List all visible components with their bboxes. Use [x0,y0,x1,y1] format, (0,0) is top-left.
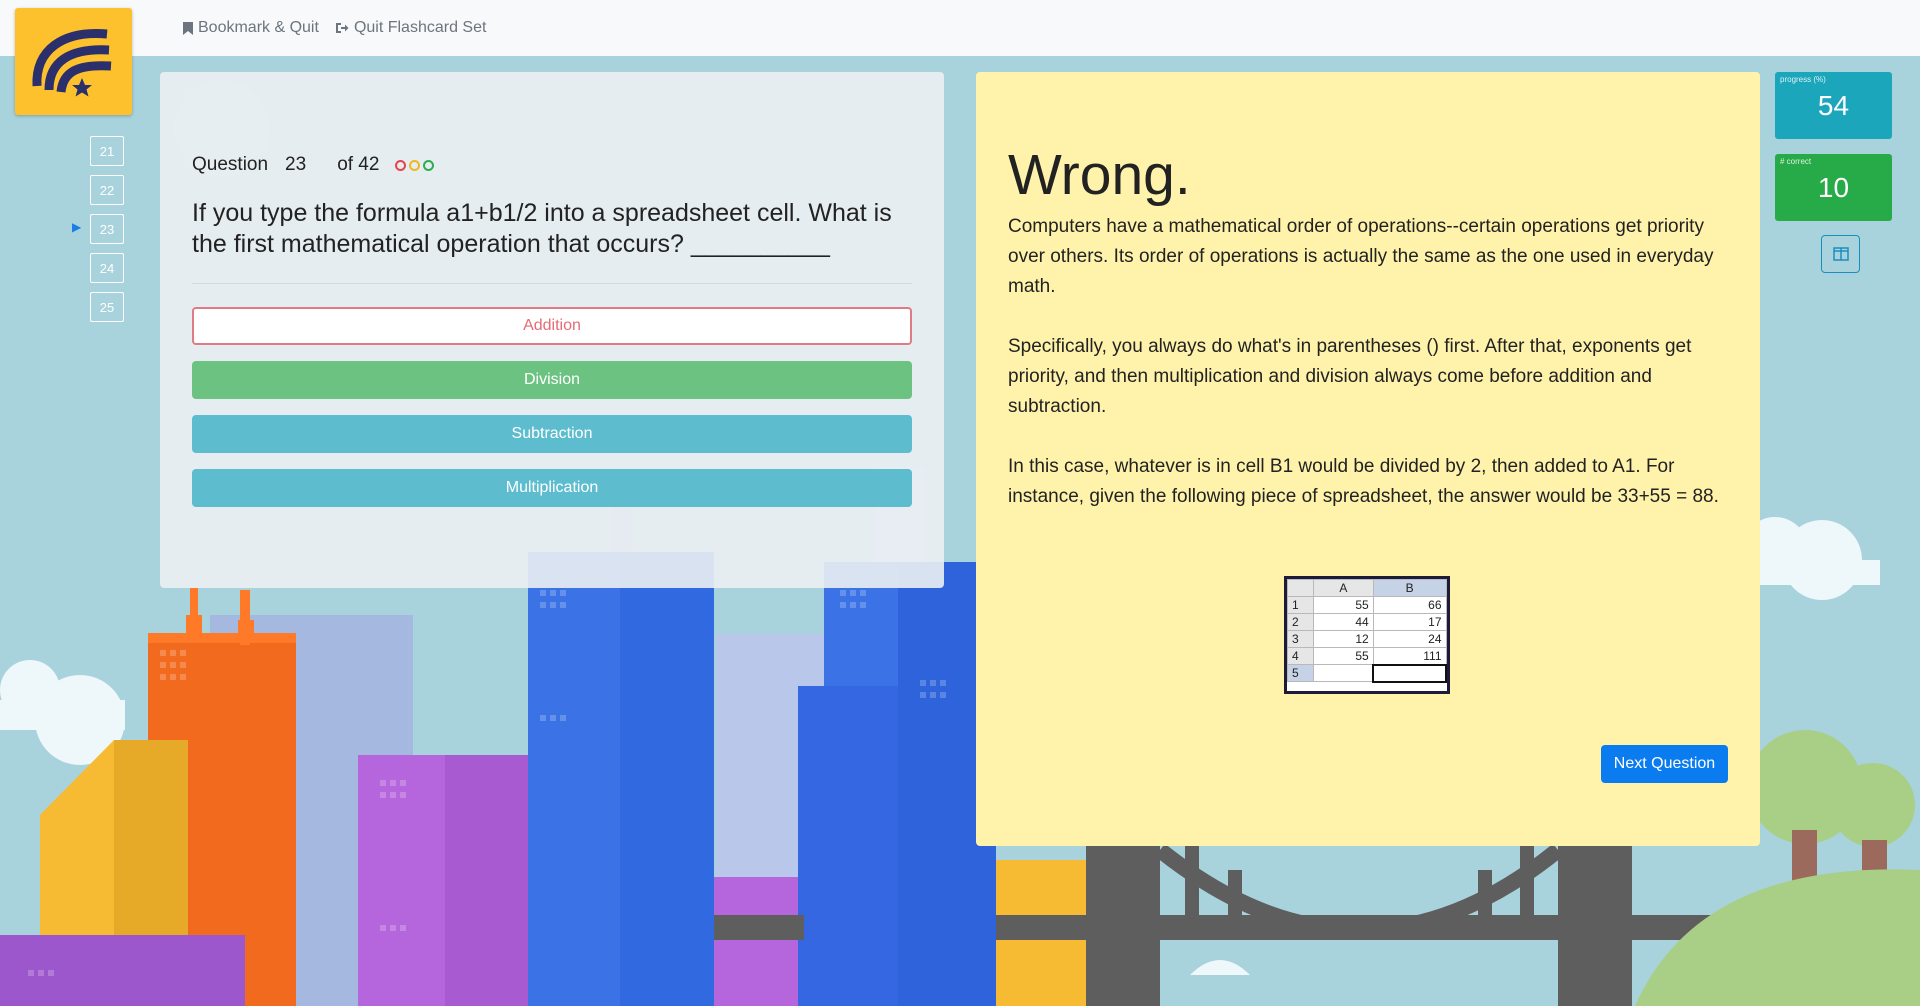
cell-b4: 111 [1372,647,1447,665]
progress-stat: progress (%) 54 [1775,72,1892,139]
row-header: 4 [1287,647,1314,665]
cell-b1: 66 [1372,596,1447,614]
logo-mark-icon [32,29,112,97]
question-link-22[interactable]: 22 [90,175,124,205]
feedback-paragraph: Computers have a mathematical order of o… [1008,216,1714,297]
columns-icon [1832,247,1849,261]
feedback-panel: Wrong. Computers have a mathematical ord… [976,72,1760,846]
correct-stat: # correct 10 [1775,154,1892,221]
quit-flashcard-label: Quit Flashcard Set [353,19,487,36]
feedback-title: Wrong. [1008,143,1191,207]
question-label: Question [192,154,269,175]
question-link-24[interactable]: 24 [90,253,124,283]
green-dot-icon [423,159,435,171]
brand-logo[interactable] [15,8,132,115]
bookmark-quit-link[interactable]: Bookmark & Quit [183,19,319,37]
answer-list: Addition Division Subtraction Multiplica… [192,307,912,523]
answer-subtraction-button[interactable]: Subtraction [192,415,912,453]
feedback-paragraph: Specifically, you always do what's in pa… [1008,336,1692,417]
correct-value: 10 [1817,172,1850,203]
question-rail: ▶ 21 22 23 24 25 [72,136,124,331]
row-header: 1 [1287,596,1314,614]
toggle-layout-button[interactable] [1821,235,1860,273]
cell-a1: 55 [1313,596,1374,614]
progress-value: 54 [1817,90,1850,121]
current-question-arrow-icon: ▶ [72,220,82,234]
question-text: If you type the formula a1+b1/2 into a s… [192,199,892,258]
yellow-dot-icon [409,159,421,171]
divider [192,283,912,284]
cell-a5 [1313,664,1374,682]
column-header-b: B [1372,579,1447,597]
spreadsheet-example-image: A B 1 55 66 2 44 17 3 12 24 4 55 111 5 [1284,576,1450,694]
question-link-23[interactable]: 23 [90,214,124,244]
quit-flashcard-link[interactable]: Quit Flashcard Set [335,19,487,37]
progress-label: progress (%) [1780,75,1826,84]
red-dot-icon [395,159,407,171]
answer-addition-button[interactable]: Addition [192,307,912,345]
bookmark-quit-label: Bookmark & Quit [198,19,319,36]
question-number: 23 [285,154,307,175]
bookmark-icon [183,21,193,35]
correct-label: # correct [1780,157,1812,166]
cell-a2: 44 [1313,613,1374,631]
row-header: 5 [1287,664,1314,682]
sign-out-icon [335,23,349,33]
cell-b5 [1372,663,1447,683]
column-header-a: A [1313,579,1374,597]
cell-b3: 24 [1372,630,1447,648]
row-header: 2 [1287,613,1314,631]
question-link-21[interactable]: 21 [90,136,124,166]
feedback-body: Computers have a mathematical order of o… [1008,212,1728,542]
question-link-25[interactable]: 25 [90,292,124,322]
question-card: Question 23 of 42 If you type the formul… [160,72,944,588]
cell-a4: 55 [1313,647,1374,665]
row-header: 3 [1287,630,1314,648]
question-header: Question 23 of 42 [192,154,435,176]
cell-b2: 17 [1372,613,1447,631]
corner-cell [1287,579,1314,597]
cell-a3: 12 [1313,630,1374,648]
difficulty-dots [395,159,435,171]
feedback-paragraph: In this case, whatever is in cell B1 wou… [1008,456,1719,507]
answer-multiplication-button[interactable]: Multiplication [192,469,912,507]
question-total: of 42 [337,154,380,175]
next-question-button[interactable]: Next Question [1601,745,1728,783]
answer-division-button[interactable]: Division [192,361,912,399]
